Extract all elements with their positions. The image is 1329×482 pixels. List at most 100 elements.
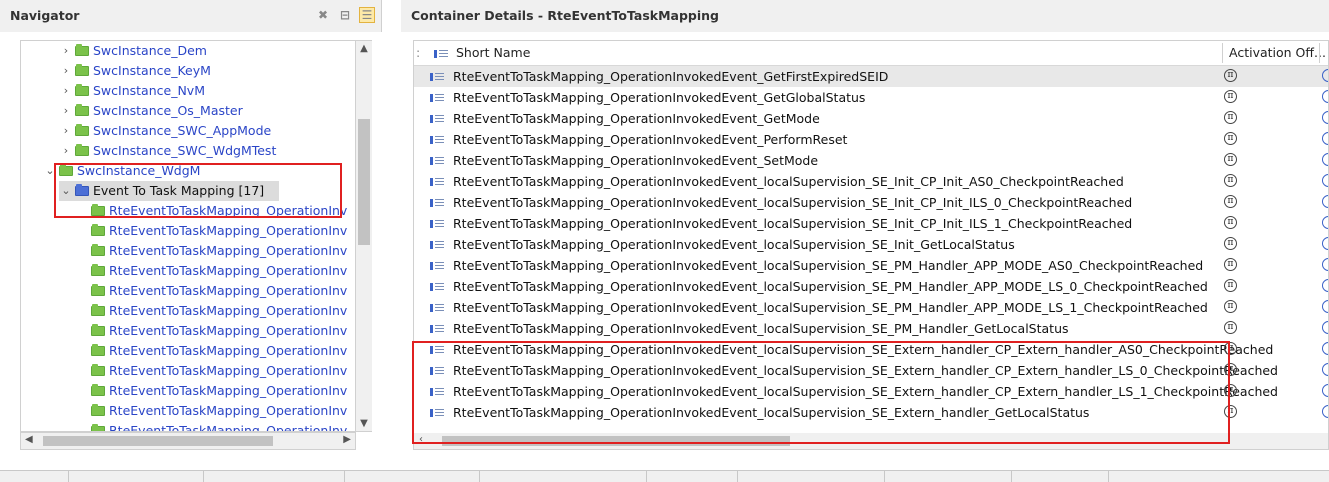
table-row[interactable]: RteEventToTaskMapping_OperationInvokedEv… <box>414 129 1328 150</box>
next-column-icon[interactable] <box>1322 216 1328 229</box>
editor-tab[interactable] <box>204 471 345 482</box>
scroll-right-icon[interactable]: ▶ <box>343 434 351 445</box>
table-row[interactable]: RteEventToTaskMapping_OperationInvokedEv… <box>414 66 1328 87</box>
next-column-icon[interactable] <box>1322 321 1328 334</box>
tree-item[interactable]: RteEventToTaskMapping_OperationInv <box>75 301 347 321</box>
tree-item[interactable]: ⌄ Event To Task Mapping [17] <box>59 181 279 201</box>
tree-item[interactable]: › SwcInstance_SWC_WdgMTest <box>59 141 277 161</box>
table-row[interactable]: RteEventToTaskMapping_OperationInvokedEv… <box>414 171 1328 192</box>
link-with-editor-icon[interactable]: ☰ <box>359 7 375 23</box>
column-header-short-name[interactable]: Short Name <box>434 41 530 65</box>
navigator-vertical-scrollbar[interactable]: ▲ ▼ <box>356 40 372 432</box>
tree-item[interactable]: ⌄ SwcInstance_WdgM <box>43 161 200 181</box>
next-column-icon[interactable] <box>1322 174 1328 187</box>
pi-symbol-icon[interactable]: π <box>1224 216 1237 229</box>
tree-item[interactable]: RteEventToTaskMapping_OperationInv <box>75 401 347 421</box>
navigator-horizontal-scroll-thumb[interactable] <box>43 436 273 446</box>
pi-symbol-icon[interactable]: π <box>1224 279 1237 292</box>
tree-item[interactable]: › SwcInstance_KeyM <box>59 61 211 81</box>
column-separator[interactable] <box>1319 43 1320 63</box>
navigator-vertical-scroll-thumb[interactable] <box>358 119 370 245</box>
next-column-icon[interactable] <box>1322 132 1328 145</box>
table-horizontal-scrollbar[interactable]: ‹ <box>414 433 1328 449</box>
tree-item[interactable]: RteEventToTaskMapping_OperationInv <box>75 241 347 261</box>
next-column-icon[interactable] <box>1322 237 1328 250</box>
next-column-icon[interactable] <box>1322 153 1328 166</box>
next-column-icon[interactable] <box>1322 405 1328 418</box>
tree-item[interactable]: › SwcInstance_NvM <box>59 81 205 101</box>
tree-item[interactable]: RteEventToTaskMapping_OperationInv <box>75 261 347 281</box>
editor-tab[interactable] <box>738 471 885 482</box>
next-column-icon[interactable] <box>1322 384 1328 397</box>
pi-symbol-icon[interactable]: π <box>1224 321 1237 334</box>
editor-tab[interactable] <box>69 471 204 482</box>
next-column-icon[interactable] <box>1322 69 1328 82</box>
close-icon[interactable]: ✖ <box>315 7 331 23</box>
scroll-left-icon[interactable]: ‹ <box>419 434 423 445</box>
scroll-down-icon[interactable]: ▼ <box>356 418 372 429</box>
tree-item[interactable]: › SwcInstance_Dem <box>59 41 207 61</box>
navigator-horizontal-scrollbar[interactable]: ◀ ▶ <box>20 432 356 450</box>
pi-symbol-icon[interactable]: π <box>1224 300 1237 313</box>
table-row[interactable]: RteEventToTaskMapping_OperationInvokedEv… <box>414 87 1328 108</box>
pi-symbol-icon[interactable]: π <box>1224 69 1237 82</box>
tree-item[interactable]: RteEventToTaskMapping_OperationInv <box>75 361 347 381</box>
table-row[interactable]: RteEventToTaskMapping_OperationInvokedEv… <box>414 192 1328 213</box>
next-column-icon[interactable] <box>1322 363 1328 376</box>
scroll-up-icon[interactable]: ▲ <box>356 43 372 54</box>
table-row[interactable]: RteEventToTaskMapping_OperationInvokedEv… <box>414 381 1328 402</box>
table-row[interactable]: RteEventToTaskMapping_OperationInvokedEv… <box>414 255 1328 276</box>
chevron-right-icon[interactable]: › <box>59 41 73 61</box>
tree-item[interactable]: RteEventToTaskMapping_OperationInv <box>75 321 347 341</box>
scroll-left-icon[interactable]: ◀ <box>25 434 33 445</box>
editor-tab[interactable] <box>1012 471 1109 482</box>
chevron-down-icon[interactable]: ⌄ <box>59 181 73 201</box>
table-row[interactable]: RteEventToTaskMapping_OperationInvokedEv… <box>414 339 1328 360</box>
table-row[interactable]: RteEventToTaskMapping_OperationInvokedEv… <box>414 297 1328 318</box>
table-row[interactable]: RteEventToTaskMapping_OperationInvokedEv… <box>414 234 1328 255</box>
next-column-icon[interactable] <box>1322 279 1328 292</box>
pi-symbol-icon[interactable]: π <box>1224 195 1237 208</box>
table-row[interactable]: RteEventToTaskMapping_OperationInvokedEv… <box>414 276 1328 297</box>
editor-tab[interactable] <box>345 471 480 482</box>
next-column-icon[interactable] <box>1322 300 1328 313</box>
pi-symbol-icon[interactable]: π <box>1224 342 1237 355</box>
table-row[interactable]: RteEventToTaskMapping_OperationInvokedEv… <box>414 213 1328 234</box>
table-row[interactable]: RteEventToTaskMapping_OperationInvokedEv… <box>414 150 1328 171</box>
pi-symbol-icon[interactable]: π <box>1224 405 1237 418</box>
table-row[interactable]: RteEventToTaskMapping_OperationInvokedEv… <box>414 402 1328 423</box>
pi-symbol-icon[interactable]: π <box>1224 174 1237 187</box>
chevron-right-icon[interactable]: › <box>59 141 73 161</box>
column-menu-icon[interactable]: : <box>416 41 420 65</box>
pane-splitter[interactable] <box>382 0 401 481</box>
collapse-all-icon[interactable]: ⊟ <box>337 7 353 23</box>
tree-item[interactable]: RteEventToTaskMapping_OperationInv <box>75 221 347 241</box>
chevron-right-icon[interactable]: › <box>59 101 73 121</box>
pi-symbol-icon[interactable]: π <box>1224 384 1237 397</box>
pi-symbol-icon[interactable]: π <box>1224 363 1237 376</box>
pi-symbol-icon[interactable]: π <box>1224 111 1237 124</box>
next-column-icon[interactable] <box>1322 90 1328 103</box>
pi-symbol-icon[interactable]: π <box>1224 153 1237 166</box>
tree-item[interactable]: › SwcInstance_SWC_AppMode <box>59 121 271 141</box>
pi-symbol-icon[interactable]: π <box>1224 132 1237 145</box>
editor-tab[interactable] <box>647 471 738 482</box>
table-row[interactable]: RteEventToTaskMapping_OperationInvokedEv… <box>414 108 1328 129</box>
tree-item[interactable]: RteEventToTaskMapping_OperationInv <box>75 281 347 301</box>
tree-item[interactable]: RteEventToTaskMapping_OperationInv <box>75 201 347 221</box>
column-header-activation-offset[interactable]: Activation Off... <box>1229 41 1326 65</box>
table-horizontal-scroll-thumb[interactable] <box>442 436 790 446</box>
table-row[interactable]: RteEventToTaskMapping_OperationInvokedEv… <box>414 360 1328 381</box>
chevron-right-icon[interactable]: › <box>59 121 73 141</box>
next-column-icon[interactable] <box>1322 111 1328 124</box>
next-column-icon[interactable] <box>1322 195 1328 208</box>
tree-item[interactable]: › SwcInstance_Os_Master <box>59 101 243 121</box>
column-separator[interactable] <box>1222 43 1223 63</box>
editor-tab[interactable] <box>0 471 69 482</box>
editor-tab[interactable] <box>480 471 647 482</box>
pi-symbol-icon[interactable]: π <box>1224 90 1237 103</box>
pi-symbol-icon[interactable]: π <box>1224 237 1237 250</box>
next-column-icon[interactable] <box>1322 342 1328 355</box>
tree-item[interactable]: RteEventToTaskMapping_OperationInv <box>75 381 347 401</box>
chevron-right-icon[interactable]: › <box>59 61 73 81</box>
